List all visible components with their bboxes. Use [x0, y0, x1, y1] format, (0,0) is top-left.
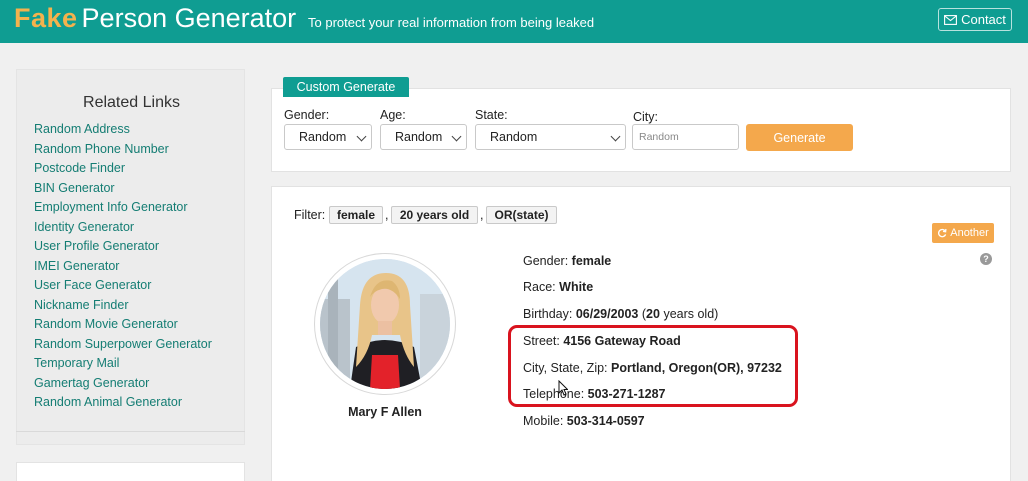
detail-value: 503-314-0597	[566, 414, 645, 428]
another-button[interactable]: Another	[932, 223, 994, 243]
age-label: Age:	[380, 108, 406, 122]
sidebar-title: Related Links	[83, 94, 180, 111]
gender-select[interactable]: Random	[284, 124, 372, 150]
sidebar-link-bin-generator[interactable]: BIN Generator	[34, 179, 212, 199]
filter-chip-gender: female	[329, 206, 383, 224]
filter-label: Filter:	[294, 208, 326, 222]
age-select-value: Random	[395, 130, 443, 144]
sidebar-link-identity-generator[interactable]: Identity Generator	[34, 218, 212, 238]
state-label: State:	[475, 108, 508, 122]
detail-value: female	[571, 254, 612, 268]
chevron-down-icon	[451, 131, 462, 142]
detail-race: Race: White	[523, 280, 593, 294]
age-select[interactable]: Random	[380, 124, 467, 150]
contact-button[interactable]: Contact	[938, 8, 1012, 31]
filter-chip-age: 20 years old	[391, 206, 478, 224]
logo-fake-text: Fake	[14, 3, 78, 33]
avatar	[320, 259, 450, 389]
sidebar-link-random-movie-generator[interactable]: Random Movie Generator	[34, 315, 212, 335]
sidebar-link-employment-info-generator[interactable]: Employment Info Generator	[34, 198, 212, 218]
sidebar-related-links: Related Links Random Address Random Phon…	[16, 69, 245, 445]
generate-button[interactable]: Generate	[746, 124, 853, 151]
sidebar-link-nickname-finder[interactable]: Nickname Finder	[34, 296, 212, 316]
help-icon[interactable]: ?	[980, 253, 992, 265]
detail-label: Mobile:	[523, 414, 564, 428]
sidebar-divider	[16, 431, 245, 432]
sidebar-link-random-animal-generator[interactable]: Random Animal Generator	[34, 393, 212, 413]
top-header: Fake Person Generator To protect your rea…	[0, 0, 1028, 43]
sidebar-link-random-phone-number[interactable]: Random Phone Number	[34, 140, 212, 160]
state-select-value: Random	[490, 130, 538, 144]
sidebar-link-random-superpower-generator[interactable]: Random Superpower Generator	[34, 335, 212, 355]
city-label: City:	[633, 110, 658, 124]
detail-value: White	[559, 280, 594, 294]
avatar-photo	[320, 259, 450, 389]
detail-label: Race:	[523, 280, 556, 294]
filter-separator: ,	[385, 208, 389, 222]
sidebar-link-user-profile-generator[interactable]: User Profile Generator	[34, 237, 212, 257]
sidebar-link-imei-generator[interactable]: IMEI Generator	[34, 257, 212, 277]
detail-mobile: Mobile: 503-314-0597	[523, 414, 645, 428]
sidebar-link-user-face-generator[interactable]: User Face Generator	[34, 276, 212, 296]
site-tagline: To protect your real information from be…	[308, 15, 595, 30]
sidebar-link-list: Random Address Random Phone Number Postc…	[34, 120, 212, 413]
age-value: 20	[646, 307, 660, 321]
person-name: Mary F Allen	[348, 405, 422, 419]
sidebar-link-gamertag-generator[interactable]: Gamertag Generator	[34, 374, 212, 394]
sidebar-link-postcode-finder[interactable]: Postcode Finder	[34, 159, 212, 179]
detail-label: Gender:	[523, 254, 569, 268]
logo-name-text: Person Generator	[81, 3, 297, 33]
sidebar-link-random-address[interactable]: Random Address	[34, 120, 212, 140]
chevron-down-icon	[610, 131, 621, 142]
gender-select-value: Random	[299, 130, 347, 144]
sidebar-secondary-box	[16, 462, 245, 481]
filter-chip-state: OR(state)	[486, 206, 557, 224]
detail-label: Birthday:	[523, 307, 573, 321]
age-suffix: years old)	[663, 307, 719, 321]
detail-birthday: Birthday: 06/29/2003 (20 years old)	[523, 307, 718, 321]
custom-generate-tab[interactable]: Custom Generate	[283, 77, 409, 97]
state-select[interactable]: Random	[475, 124, 626, 150]
another-label: Another	[950, 227, 989, 239]
contact-label: Contact	[961, 12, 1006, 27]
detail-gender: Gender: female	[523, 254, 611, 268]
mail-icon	[944, 14, 958, 25]
filter-separator: ,	[480, 208, 484, 222]
address-highlight-box	[508, 325, 798, 407]
sidebar-link-temporary-mail[interactable]: Temporary Mail	[34, 354, 212, 374]
chevron-down-icon	[356, 131, 367, 142]
refresh-icon	[938, 228, 947, 238]
city-input[interactable]: Random	[632, 124, 739, 150]
detail-value: 06/29/2003	[575, 307, 639, 321]
mouse-cursor-icon	[558, 380, 568, 396]
site-logo[interactable]: Fake Person Generator	[14, 4, 296, 32]
gender-label: Gender:	[284, 108, 330, 122]
